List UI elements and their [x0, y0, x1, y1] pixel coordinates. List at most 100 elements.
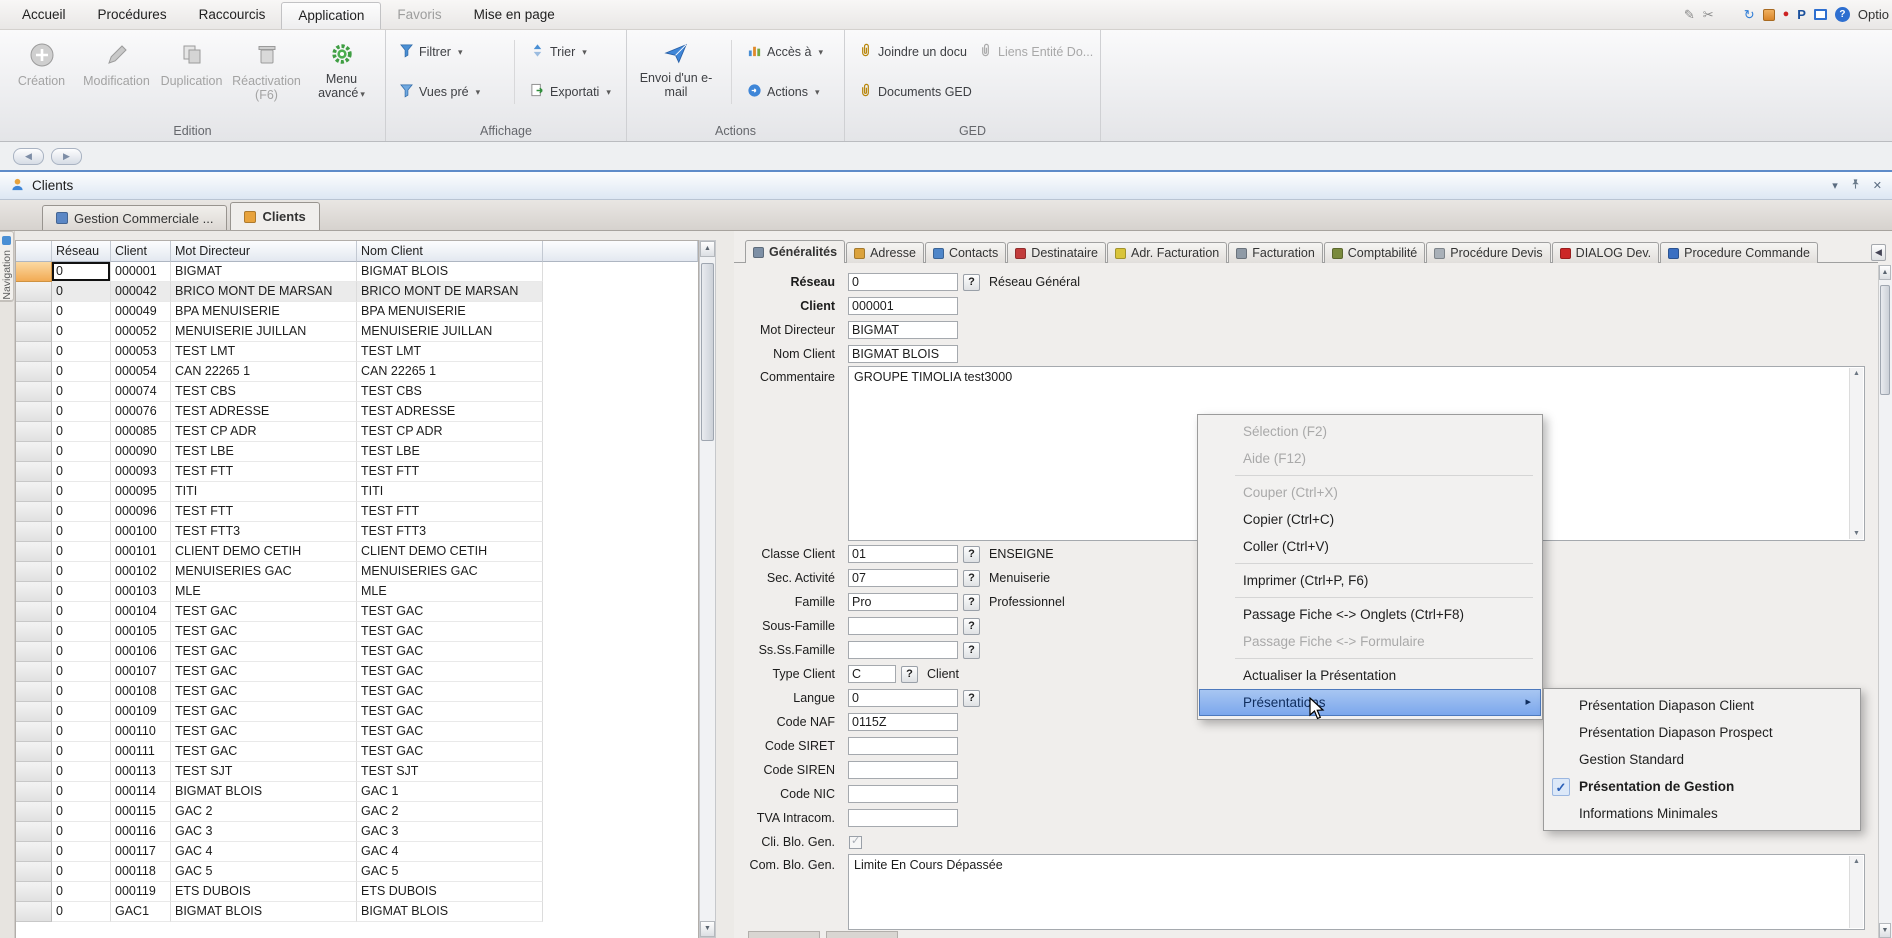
scroll-down-button[interactable]: ▼: [700, 921, 715, 937]
detail-tab[interactable]: Destinataire: [1007, 242, 1106, 263]
context-menu-item[interactable]: ▸: [1199, 472, 1541, 479]
row-selector[interactable]: [16, 882, 52, 902]
row-selector[interactable]: [16, 382, 52, 402]
lookup-button[interactable]: ?: [963, 690, 980, 707]
options-label[interactable]: Optio: [1858, 7, 1889, 22]
row-selector[interactable]: [16, 662, 52, 682]
table-row[interactable]: 0 000076 TEST ADRESSE TEST ADRESSE: [16, 402, 698, 422]
document-tab[interactable]: Gestion Commerciale ...: [42, 205, 227, 230]
table-row[interactable]: 0 000103 MLE MLE: [16, 582, 698, 602]
scroll-up-icon[interactable]: ▲: [1850, 858, 1863, 865]
context-menu-item[interactable]: Passage Fiche <-> Formulaire ▸: [1199, 628, 1541, 655]
textarea-scrollbar[interactable]: ▲ ▼: [1849, 368, 1863, 539]
field-input[interactable]: [848, 737, 958, 755]
table-row[interactable]: 0 000115 GAC 2 GAC 2: [16, 802, 698, 822]
menu-item[interactable]: Raccourcis: [183, 0, 282, 29]
table-row[interactable]: 0 000106 TEST GAC TEST GAC: [16, 642, 698, 662]
row-selector[interactable]: [16, 302, 52, 322]
table-row[interactable]: 0 000109 TEST GAC TEST GAC: [16, 702, 698, 722]
com-blo-textarea[interactable]: Limite En Cours Dépassée ▲: [848, 854, 1865, 930]
row-selector[interactable]: [16, 362, 52, 382]
menu-item[interactable]: Mise en page: [458, 0, 571, 29]
row-selector[interactable]: [16, 442, 52, 462]
context-menu-item[interactable]: Présentations ▸: [1199, 689, 1541, 716]
row-selector[interactable]: [16, 582, 52, 602]
lookup-button[interactable]: ?: [963, 642, 980, 659]
field-input[interactable]: Pro: [848, 593, 958, 611]
table-row[interactable]: 0 000104 TEST GAC TEST GAC: [16, 602, 698, 622]
paint-icon[interactable]: [1763, 9, 1775, 21]
column-header-mot-directeur[interactable]: Mot Directeur: [171, 241, 357, 262]
row-selector[interactable]: [16, 422, 52, 442]
grid-scrollbar[interactable]: ▲ ▼: [699, 240, 716, 938]
menu-item[interactable]: Procédures: [82, 0, 183, 29]
entity-links-button[interactable]: Liens Entité Do...: [973, 40, 1098, 64]
detail-scrollbar[interactable]: ▲ ▼: [1878, 265, 1892, 938]
export-button[interactable]: Exportati▾: [525, 80, 616, 104]
context-menu-item[interactable]: ▸: [1199, 560, 1541, 567]
table-row[interactable]: 0 000118 GAC 5 GAC 5: [16, 862, 698, 882]
detail-tab[interactable]: Adresse: [846, 242, 924, 263]
field-input[interactable]: 0115Z: [848, 713, 958, 731]
help-icon[interactable]: ?: [1835, 7, 1850, 22]
field-input[interactable]: 07: [848, 569, 958, 587]
refresh-icon[interactable]: ↻: [1744, 8, 1755, 21]
submenu-item[interactable]: ✓ Présentation de Gestion: [1545, 773, 1859, 800]
menu-item[interactable]: Favoris: [381, 0, 457, 29]
close-icon[interactable]: ✕: [1873, 179, 1882, 192]
submenu-item[interactable]: ✓ Présentation Diapason Client: [1545, 692, 1859, 719]
row-selector[interactable]: [16, 542, 52, 562]
modification-button[interactable]: Modification: [79, 33, 154, 121]
table-row[interactable]: 0 000113 TEST SJT TEST SJT: [16, 762, 698, 782]
predefined-views-button[interactable]: Vues pré▾: [394, 80, 485, 104]
row-selector[interactable]: [16, 522, 52, 542]
detail-tab[interactable]: Généralités: [745, 240, 845, 263]
detail-tab[interactable]: Contacts: [925, 242, 1006, 263]
scrollbar-thumb[interactable]: [701, 263, 714, 441]
cli-blo-checkbox[interactable]: [849, 836, 862, 849]
detail-tab[interactable]: Facturation: [1228, 242, 1323, 263]
field-input[interactable]: [848, 785, 958, 803]
bottom-button-partial[interactable]: [826, 931, 898, 938]
reactivation-button[interactable]: Réactivation (F6): [229, 33, 304, 121]
textarea-scrollbar[interactable]: ▲: [1849, 856, 1863, 928]
lookup-button[interactable]: ?: [963, 618, 980, 635]
row-selector[interactable]: [16, 562, 52, 582]
field-input[interactable]: [848, 761, 958, 779]
table-row[interactable]: 0 000119 ETS DUBOIS ETS DUBOIS: [16, 882, 698, 902]
advanced-menu-button[interactable]: Menu avancé▾: [304, 33, 379, 121]
table-row[interactable]: 0 000110 TEST GAC TEST GAC: [16, 722, 698, 742]
access-button[interactable]: Accès à▾: [742, 40, 828, 64]
row-selector[interactable]: [16, 342, 52, 362]
lookup-button[interactable]: ?: [963, 570, 980, 587]
ged-documents-button[interactable]: Documents GED: [853, 80, 977, 104]
scroll-up-button[interactable]: ▲: [700, 241, 715, 257]
column-header-nom-client[interactable]: Nom Client: [357, 241, 543, 262]
row-selector[interactable]: [16, 402, 52, 422]
row-selector[interactable]: [16, 722, 52, 742]
attach-document-button[interactable]: Joindre un docu: [853, 40, 977, 64]
column-header-reseau[interactable]: Réseau: [52, 241, 111, 262]
table-row[interactable]: 0 000052 MENUISERIE JUILLAN MENUISERIE J…: [16, 322, 698, 342]
record-icon[interactable]: ●: [1783, 9, 1790, 20]
detail-tab[interactable]: DIALOG Dev.: [1552, 242, 1659, 263]
row-selector[interactable]: [16, 762, 52, 782]
window-icon[interactable]: [1814, 9, 1827, 20]
table-row[interactable]: 0 000090 TEST LBE TEST LBE: [16, 442, 698, 462]
submenu-item[interactable]: ✓ Présentation Diapason Prospect: [1545, 719, 1859, 746]
field-input[interactable]: 0: [848, 273, 958, 291]
menu-item[interactable]: Accueil: [6, 0, 82, 29]
scroll-up-icon[interactable]: ▲: [1850, 370, 1863, 377]
context-menu-item[interactable]: Couper (Ctrl+X) ▸: [1199, 479, 1541, 506]
detail-tab[interactable]: Procédure Devis: [1426, 242, 1550, 263]
table-row[interactable]: 0 000116 GAC 3 GAC 3: [16, 822, 698, 842]
table-row[interactable]: 0 000096 TEST FTT TEST FTT: [16, 502, 698, 522]
forward-button[interactable]: ▶: [51, 148, 82, 165]
detail-tab[interactable]: Comptabilité: [1324, 242, 1425, 263]
row-selector[interactable]: [16, 742, 52, 762]
table-row[interactable]: 0 000093 TEST FTT TEST FTT: [16, 462, 698, 482]
row-selector[interactable]: [16, 262, 52, 282]
context-menu-item[interactable]: Actualiser la Présentation ▸: [1199, 662, 1541, 689]
context-menu-item[interactable]: ▸: [1199, 594, 1541, 601]
context-menu-item[interactable]: ▸: [1199, 655, 1541, 662]
